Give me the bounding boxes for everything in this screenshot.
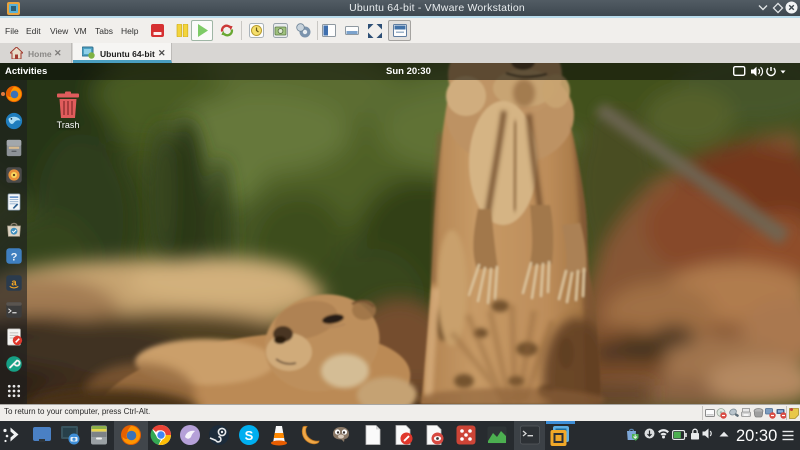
svg-text:S: S — [245, 428, 254, 443]
svg-text:a: a — [11, 277, 17, 288]
svg-text:?: ? — [11, 251, 18, 263]
